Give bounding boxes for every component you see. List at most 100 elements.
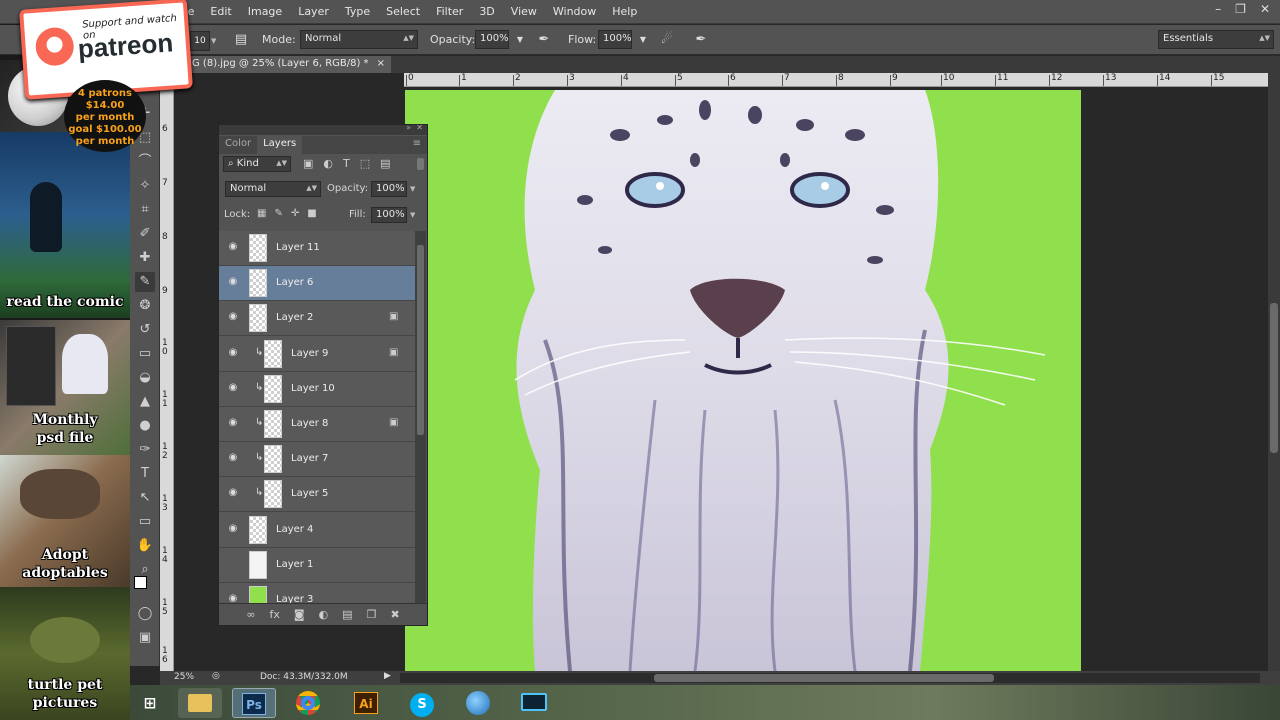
visibility-eye-icon[interactable]: ◉	[227, 382, 239, 394]
adjustment-layer-icon[interactable]: ◐	[319, 608, 329, 625]
layer-name[interactable]: Layer 9	[291, 348, 328, 359]
brush-tool-icon[interactable]: ✎	[135, 272, 155, 292]
tablet-pressure-opacity-icon[interactable]: ✒	[535, 31, 553, 49]
opacity-input[interactable]: 100%	[475, 30, 509, 49]
screen-mode-icon[interactable]: ▣	[135, 628, 155, 648]
layer-name[interactable]: Layer 1	[276, 559, 313, 570]
ruler-vertical[interactable]: 6 7 8 9 1 0 1 1 1 2 1 3 1 4 1 5 1 6	[160, 87, 174, 671]
layer-row[interactable]: Layer 1	[219, 547, 415, 583]
promo-adopt-panel[interactable]: Adopt adoptables	[0, 455, 130, 587]
menu-edit[interactable]: Edit	[202, 5, 239, 18]
layer-thumbnail[interactable]	[249, 234, 267, 262]
delete-layer-icon[interactable]: ✖	[390, 608, 399, 625]
panel-menu-icon[interactable]: ≡	[407, 136, 427, 154]
layer-name[interactable]: Layer 6	[276, 277, 313, 288]
minimize-icon[interactable]: –	[1215, 2, 1221, 16]
promo-turtle-panel[interactable]: turtle pet pictures	[0, 587, 130, 720]
menu-view[interactable]: View	[503, 5, 545, 18]
display-app-icon[interactable]	[512, 688, 556, 718]
photoshop-taskbar-icon[interactable]: Ps	[232, 688, 276, 718]
visibility-eye-icon[interactable]: ◉	[227, 417, 239, 429]
visibility-eye-icon[interactable]: ◉	[227, 452, 239, 464]
menu-window[interactable]: Window	[545, 5, 604, 18]
history-brush-tool-icon[interactable]: ↺	[135, 320, 155, 340]
status-menu-icon[interactable]: ▶	[384, 671, 391, 681]
document-tab-close-icon[interactable]: ×	[377, 58, 385, 71]
hand-tool-icon[interactable]: ✋	[135, 536, 155, 556]
layer-thumbnail[interactable]	[264, 339, 282, 368]
layer-row[interactable]: ◉ ↳ Layer 8 ▣	[219, 407, 415, 442]
chrome-icon[interactable]	[286, 688, 330, 718]
restore-icon[interactable]: ❐	[1235, 2, 1246, 16]
visibility-eye-icon[interactable]: ◉	[227, 311, 239, 323]
canvas-scrollbar-horizontal[interactable]	[400, 673, 1260, 683]
brush-panel-icon[interactable]: ▤	[232, 31, 250, 49]
menu-3d[interactable]: 3D	[471, 5, 502, 18]
menu-image[interactable]: Image	[240, 5, 290, 18]
lock-all-icon[interactable]: ■	[307, 208, 316, 219]
lock-transparency-icon[interactable]: ▦	[257, 208, 266, 219]
airbrush-icon[interactable]: ☄	[658, 31, 676, 49]
type-tool-icon[interactable]: T	[135, 464, 155, 484]
layer-style-icon[interactable]: fx	[269, 608, 279, 625]
brush-size-picker[interactable]: 10	[190, 31, 210, 51]
quick-mask-icon[interactable]: ◯	[135, 604, 155, 624]
dodge-tool-icon[interactable]: ●	[135, 416, 155, 436]
layer-name[interactable]: Layer 5	[291, 488, 328, 499]
path-select-tool-icon[interactable]: ↖	[135, 488, 155, 508]
layer-row[interactable]: ◉ ↳ Layer 9 ▣	[219, 336, 415, 372]
menu-help[interactable]: Help	[604, 5, 645, 18]
canvas-scrollbar-horizontal-thumb[interactable]	[654, 674, 994, 682]
brush-size-dropdown-icon[interactable]: ▼	[211, 37, 216, 45]
layer-thumbnail[interactable]	[249, 269, 267, 298]
layer-row[interactable]: ◉ Layer 3	[219, 583, 415, 603]
filter-type-icon[interactable]: T	[343, 157, 350, 170]
visibility-eye-icon[interactable]	[227, 558, 239, 570]
layer-filter-kind[interactable]: ⌕ Kind ▲▼	[223, 156, 291, 172]
canvas-scrollbar-vertical-thumb[interactable]	[1270, 303, 1278, 453]
file-explorer-icon[interactable]	[178, 688, 222, 718]
panel-collapse-icon[interactable]: »	[406, 123, 411, 132]
filter-toggle[interactable]	[417, 158, 424, 170]
layer-thumbnail[interactable]	[249, 304, 267, 333]
layer-name[interactable]: Layer 10	[291, 383, 335, 394]
layer-row[interactable]: ◉ ↳ Layer 10	[219, 371, 415, 407]
canvas-scrollbar-vertical[interactable]	[1268, 73, 1280, 671]
layer-name[interactable]: Layer 2	[276, 312, 313, 323]
layer-row[interactable]: ◉ Layer 11	[219, 231, 415, 266]
menu-select[interactable]: Select	[378, 5, 428, 18]
panel-close-icon[interactable]: ✕	[416, 123, 423, 132]
layer-opacity-input[interactable]: 100%	[371, 181, 407, 197]
zoom-level[interactable]: 25%	[174, 672, 194, 682]
clone-stamp-tool-icon[interactable]: ❂	[135, 296, 155, 316]
skype-icon[interactable]: S	[400, 688, 444, 718]
foreground-color-swatch[interactable]	[134, 576, 147, 589]
menu-type[interactable]: Type	[337, 5, 378, 18]
browser-globe-icon[interactable]	[456, 688, 500, 718]
layer-list-scrollbar-thumb[interactable]	[417, 245, 424, 435]
layer-name[interactable]: Layer 4	[276, 524, 313, 535]
windows-start-icon[interactable]: ⊞	[132, 688, 168, 718]
layer-name[interactable]: Layer 11	[276, 242, 320, 253]
illustrator-icon[interactable]: Ai	[344, 688, 388, 718]
healing-brush-tool-icon[interactable]: ✚	[135, 248, 155, 268]
layer-row[interactable]: ◉ ↳ Layer 7	[219, 442, 415, 478]
lock-pixels-icon[interactable]: ✎	[274, 208, 282, 219]
visibility-eye-icon[interactable]: ◉	[227, 487, 239, 499]
lock-position-icon[interactable]: ✛	[291, 208, 299, 219]
link-layers-icon[interactable]: ∞	[246, 608, 255, 625]
visibility-eye-icon[interactable]: ◉	[227, 523, 239, 535]
layer-thumbnail[interactable]	[264, 410, 282, 438]
quick-select-tool-icon[interactable]: ✧	[135, 176, 155, 196]
tab-layers[interactable]: Layers	[257, 136, 303, 154]
document-canvas[interactable]	[405, 90, 1081, 671]
layer-row[interactable]: ◉ Layer 6	[219, 266, 415, 302]
visibility-eye-icon[interactable]: ◉	[227, 593, 239, 603]
layer-thumbnail[interactable]	[264, 480, 282, 509]
promo-comic-panel[interactable]: read the comic	[0, 132, 130, 318]
blur-tool-icon[interactable]: ▲	[135, 392, 155, 412]
menu-filter[interactable]: Filter	[428, 5, 471, 18]
tab-color[interactable]: Color	[219, 136, 257, 154]
tablet-pressure-size-icon[interactable]: ✒	[692, 31, 710, 49]
layer-thumbnail[interactable]	[249, 550, 267, 579]
